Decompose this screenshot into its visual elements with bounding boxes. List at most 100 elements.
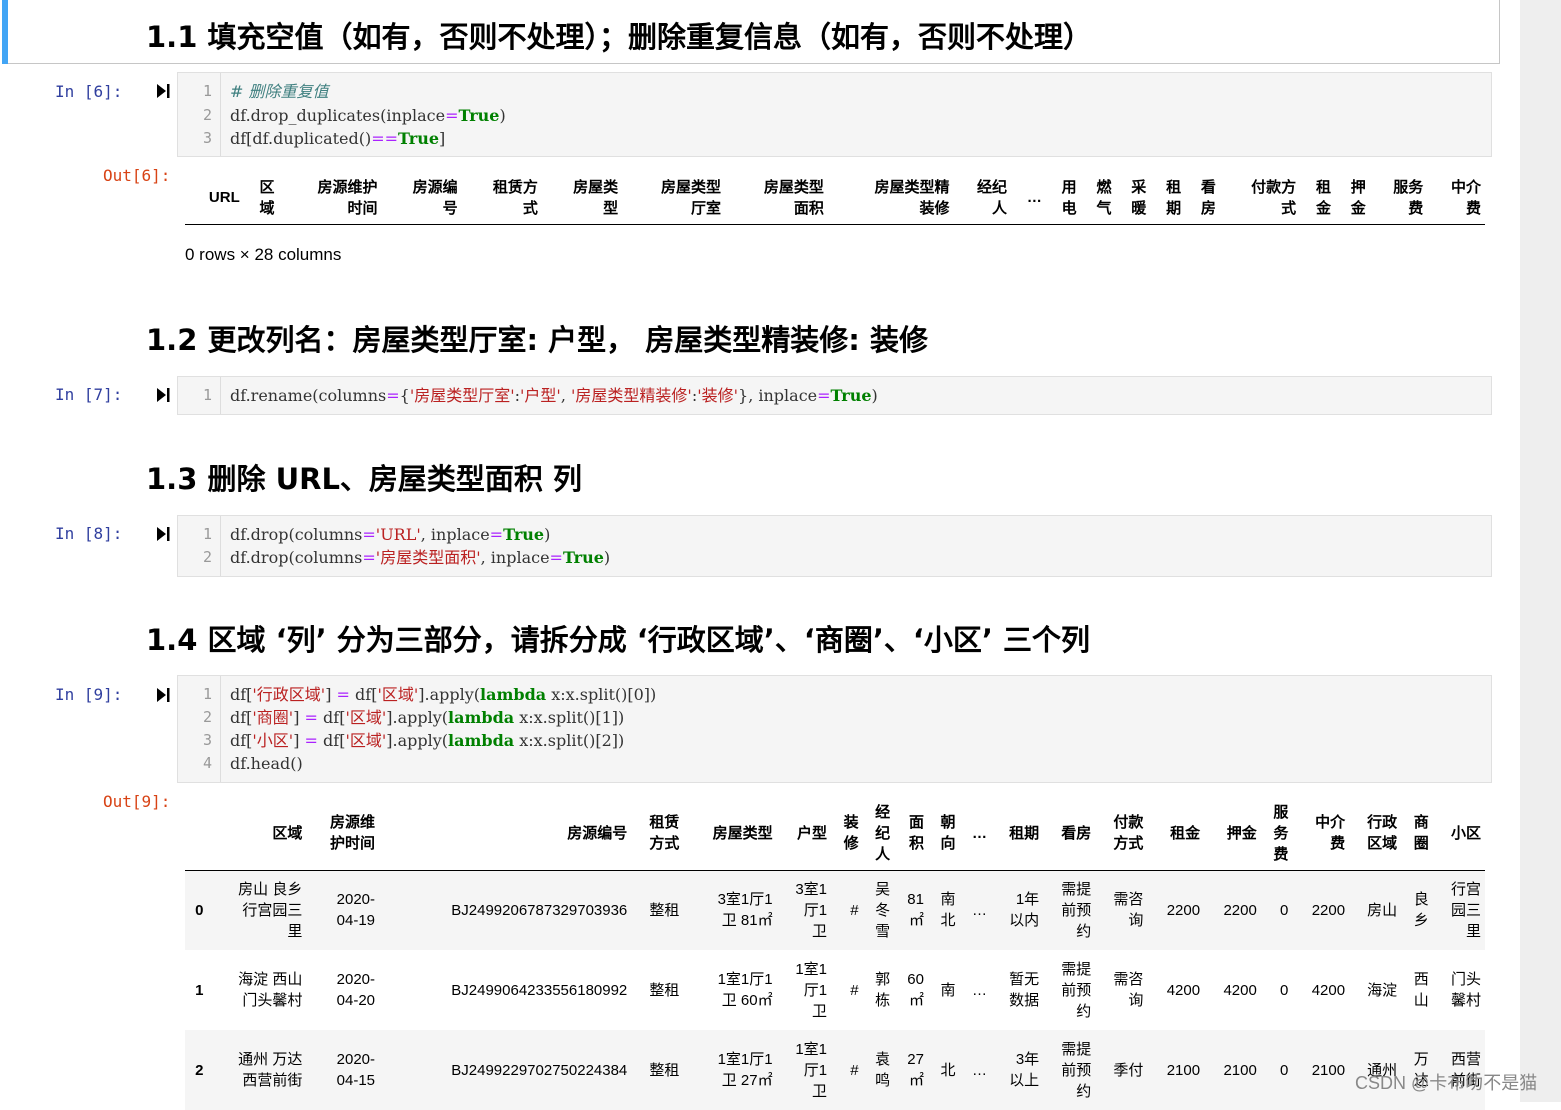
table-cell: 3年 以上 bbox=[1009, 1051, 1040, 1089]
column-header: 租金 bbox=[1315, 178, 1331, 217]
run-cell-icon[interactable] bbox=[156, 526, 170, 542]
table-cell: BJ2499064233556180992 bbox=[451, 981, 628, 999]
table-cell: 4200 bbox=[1223, 981, 1257, 999]
csdn-watermark: CSDN @卡布叻不是猫 bbox=[1355, 1073, 1538, 1093]
column-header: 商圈 bbox=[1413, 814, 1429, 853]
table-cell: 整租 bbox=[649, 1061, 680, 1079]
column-header: 面积 bbox=[908, 814, 924, 853]
index-header bbox=[185, 797, 207, 870]
table-cell: 2100 bbox=[1223, 1061, 1257, 1079]
code-cell-9[interactable]: 1 df['行政区域'] = df['区域'].apply(lambda x:x.… bbox=[177, 675, 1492, 783]
in-prompt-6: In [6]: bbox=[55, 82, 123, 101]
heading-1-3: 1.3 删除 URL、房屋类型面积 列 bbox=[146, 462, 583, 496]
out-prompt-9: Out[9]: bbox=[103, 792, 171, 811]
column-header: 租期 bbox=[1009, 824, 1040, 842]
table-cell: 1室1 厅1 卫 bbox=[795, 1040, 828, 1100]
column-header: 押金 bbox=[1226, 824, 1257, 842]
column-header: 服务费 bbox=[1273, 803, 1289, 863]
table-cell: BJ2499206787329703936 bbox=[451, 901, 628, 919]
column-header: 朝向 bbox=[940, 814, 956, 853]
table-cell: 81 ㎡ bbox=[907, 891, 924, 930]
column-header: … bbox=[972, 824, 988, 842]
row-index: 2 bbox=[195, 1061, 204, 1079]
column-header: 房屋类型 bbox=[712, 824, 773, 842]
code-cell-6[interactable]: 1 # 删除重复值 2 df.drop_duplicates(inplace=Tru… bbox=[177, 72, 1492, 157]
table-cell: # bbox=[850, 1061, 859, 1079]
code-cell-8[interactable]: 1 df.drop(columns='URL', inplace=True) 2d… bbox=[177, 515, 1492, 577]
table-cell: 需提 前预约 bbox=[1061, 880, 1092, 940]
column-header: URL bbox=[208, 189, 240, 207]
table-row: 0 房山 良乡 行宫园三里 2020- 04-19 BJ24992067873297039… bbox=[185, 870, 1485, 950]
table-cell: 1室1 厅1 卫 bbox=[795, 960, 828, 1020]
row-index: 0 bbox=[195, 901, 204, 919]
column-header: 房屋类型精 装修 bbox=[874, 178, 950, 217]
column-header: 区域 bbox=[259, 178, 275, 217]
table-cell: 2100 bbox=[1166, 1061, 1201, 1079]
column-header: 区域 bbox=[272, 824, 303, 842]
run-cell-icon[interactable] bbox=[156, 687, 170, 703]
table-cell: 北 bbox=[940, 1061, 956, 1079]
table-cell: 吴冬雪 bbox=[875, 880, 891, 940]
dataframe-output-6: URL 区域 房源维护 时间 房源编号租赁方式房屋类型 房屋类型 厅室 房屋类型 面积 房屋类型精… bbox=[185, 172, 1485, 225]
table-cell: 2100 bbox=[1311, 1061, 1346, 1079]
table-cell: 2020- 04-20 bbox=[336, 971, 376, 1009]
column-header: 经纪人 bbox=[977, 178, 1008, 217]
column-header: 中介费 bbox=[1315, 814, 1346, 853]
table-cell: 整租 bbox=[649, 981, 680, 999]
heading-1-2: 1.2 更改列名：房屋类型厅室: 户型， 房屋类型精装修: 装修 bbox=[146, 323, 928, 357]
column-header: 租赁方式 bbox=[649, 814, 680, 853]
table-cell: 南北 bbox=[940, 891, 956, 930]
run-cell-icon[interactable] bbox=[156, 83, 170, 99]
table-row: 1 海淀 西山 门头馨村 2020- 04-20 BJ249906423355618099… bbox=[185, 950, 1485, 1030]
in-prompt-9: In [9]: bbox=[55, 685, 123, 704]
table-cell: … bbox=[972, 1061, 988, 1079]
column-header: 租期 bbox=[1166, 178, 1182, 217]
table-cell: 房山 bbox=[1367, 901, 1398, 919]
table-cell: … bbox=[972, 901, 988, 919]
rows-columns-info: 0 rows × 28 columns bbox=[185, 245, 342, 264]
table-cell: 通州 万达 西营前街 bbox=[238, 1051, 303, 1089]
table-cell: # bbox=[850, 901, 859, 919]
column-header: 用电 bbox=[1061, 178, 1077, 217]
table-cell: 海淀 西山 门头馨村 bbox=[238, 971, 303, 1009]
column-header: 房屋类型 bbox=[573, 178, 619, 217]
column-header: 燃气 bbox=[1096, 178, 1112, 217]
column-header: 房源维护时间 bbox=[317, 178, 378, 217]
table-cell: 良乡 bbox=[1413, 891, 1429, 930]
table-cell: 西山 bbox=[1413, 971, 1429, 1009]
run-cell-icon[interactable] bbox=[156, 387, 170, 403]
column-header: 房屋类型 厅室 bbox=[661, 178, 722, 217]
table-cell: 需咨询 bbox=[1113, 971, 1144, 1009]
column-header: 小区 bbox=[1450, 824, 1481, 842]
row-index: 1 bbox=[195, 981, 204, 999]
column-header: 房源编号 bbox=[567, 824, 628, 842]
column-header: 房源编号 bbox=[412, 178, 458, 217]
table-cell: … bbox=[972, 981, 988, 999]
table-cell: 1室1厅1 卫 27㎡ bbox=[717, 1051, 773, 1089]
table-cell: 房山 良乡 行宫园三里 bbox=[238, 880, 303, 940]
column-header: … bbox=[1026, 189, 1042, 207]
column-header: 房源维护时间 bbox=[330, 814, 376, 853]
code-cell-7[interactable]: 1 df.rename(columns={'房屋类型厅室':'户型', '房屋类型… bbox=[177, 376, 1492, 415]
table-cell: 27 ㎡ bbox=[907, 1051, 924, 1089]
table-cell: 1室1厅1 卫 60㎡ bbox=[717, 971, 773, 1009]
table-cell: 暂无 数据 bbox=[1009, 971, 1040, 1009]
column-header: 采暖 bbox=[1131, 178, 1147, 217]
table-cell: 0 bbox=[1280, 1061, 1289, 1079]
column-header: 租金 bbox=[1170, 824, 1201, 842]
table-cell: 2200 bbox=[1166, 901, 1201, 919]
table-cell: 4200 bbox=[1311, 981, 1346, 999]
table-cell: 行宫 园三里 bbox=[1450, 880, 1481, 940]
table-cell: 2200 bbox=[1311, 901, 1346, 919]
table-cell: # bbox=[850, 981, 859, 999]
column-header: 服务费 bbox=[1393, 178, 1424, 217]
column-header: 房屋类型 面积 bbox=[763, 178, 824, 217]
selected-cell-indicator bbox=[2, 0, 8, 64]
column-header: 押金 bbox=[1350, 178, 1366, 217]
column-header: 行政 区域 bbox=[1367, 814, 1398, 853]
table-cell: 3室1 厅1 卫 bbox=[795, 880, 828, 940]
table-cell: BJ2499229702750224384 bbox=[451, 1061, 628, 1079]
table-cell: 1年 以内 bbox=[1009, 891, 1040, 930]
column-header: 中介费 bbox=[1450, 178, 1481, 217]
table-cell: 需提 前预约 bbox=[1061, 1040, 1092, 1100]
